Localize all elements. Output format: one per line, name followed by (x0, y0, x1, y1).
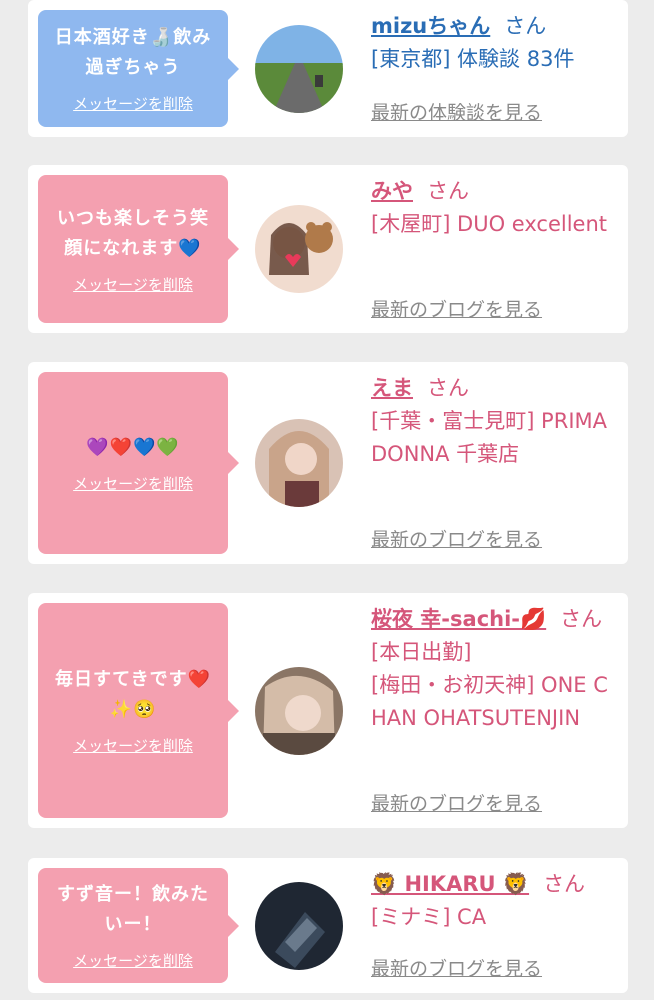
message-bubble: 💜❤️💙💚 メッセージを削除 (38, 372, 239, 554)
member-detail: [梅田・お初天神] ONE CHAN OHATSUTENJIN (371, 673, 608, 730)
honorific: さん (504, 14, 547, 38)
message-text: 💜❤️💙💚 (86, 436, 180, 458)
member-info: 🦁 HIKARU 🦁 さん [ミナミ] CA (371, 868, 616, 934)
road-landscape-photo (255, 25, 343, 113)
latest-link[interactable]: 最新のブログを見る (371, 295, 542, 322)
message-text: いつも楽しそう笑顔になれます💙 (57, 207, 209, 259)
member-name-link[interactable]: 桜夜 幸-sachi-💋 (371, 607, 546, 631)
avatar[interactable] (255, 667, 343, 755)
today-badge: [本日出勤] (371, 640, 472, 664)
message-card: 毎日すてきです❤️✨🥺 メッセージを削除 桜夜 幸-sachi-💋 さん [本日出勤… (28, 593, 628, 828)
message-card: いつも楽しそう笑顔になれます💙 メッセージを削除 みや さん [木屋町] DUO … (28, 165, 628, 333)
profile-photo (255, 882, 343, 970)
delete-message-link[interactable]: メッセージを削除 (73, 473, 193, 494)
delete-message-link[interactable]: メッセージを削除 (73, 274, 193, 295)
member-detail: [木屋町] DUO excellent (371, 212, 608, 236)
message-text: すず音ー！飲みたいー！ (57, 884, 209, 935)
member-detail: [千葉・富士見町] PRIMADONNA 千葉店 (371, 409, 607, 466)
message-card: 日本酒好き🍶飲み過ぎちゃう メッセージを削除 mizuちゃん さん [東京都] 体… (28, 0, 628, 137)
honorific: さん (427, 179, 469, 203)
latest-link[interactable]: 最新のブログを見る (371, 789, 542, 816)
message-bubble: 日本酒好き🍶飲み過ぎちゃう メッセージを削除 (38, 10, 239, 127)
message-card: 💜❤️💙💚 メッセージを削除 えま さん [千葉・富士見町] PRIMADONNA… (28, 362, 628, 564)
avatar[interactable] (255, 419, 343, 507)
message-text: 毎日すてきです❤️✨🥺 (54, 669, 212, 720)
profile-photo (255, 419, 343, 507)
message-text: 日本酒好き🍶飲み過ぎちゃう (54, 27, 212, 78)
honorific: さん (560, 607, 603, 631)
honorific: さん (543, 872, 586, 896)
honorific: さん (427, 376, 469, 400)
member-info: みや さん [木屋町] DUO excellent (371, 175, 616, 241)
message-bubble: すず音ー！飲みたいー！ メッセージを削除 (38, 868, 239, 983)
message-card: すず音ー！飲みたいー！ メッセージを削除 🦁 HIKARU 🦁 さん [ミナミ] … (28, 858, 628, 993)
latest-link[interactable]: 最新のブログを見る (371, 525, 542, 552)
member-name-link[interactable]: みや (371, 179, 413, 203)
message-bubble: いつも楽しそう笑顔になれます💙 メッセージを削除 (38, 175, 239, 323)
member-name-link[interactable]: 🦁 HIKARU 🦁 (371, 872, 529, 896)
avatar[interactable] (255, 25, 343, 113)
member-info: えま さん [千葉・富士見町] PRIMADONNA 千葉店 (371, 372, 616, 471)
profile-photo (255, 205, 343, 293)
delete-message-link[interactable]: メッセージを削除 (73, 735, 193, 756)
profile-photo (255, 667, 343, 755)
avatar[interactable] (255, 882, 343, 970)
member-name-link[interactable]: えま (371, 376, 413, 400)
member-detail: [ミナミ] CA (371, 905, 487, 929)
member-info: mizuちゃん さん [東京都] 体験談 83件 (371, 10, 616, 76)
message-bubble: 毎日すてきです❤️✨🥺 メッセージを削除 (38, 603, 239, 818)
member-info: 桜夜 幸-sachi-💋 さん [本日出勤] [梅田・お初天神] ONE CHAN … (371, 603, 616, 735)
member-detail: [東京都] 体験談 83件 (371, 47, 575, 71)
delete-message-link[interactable]: メッセージを削除 (73, 950, 193, 971)
latest-link[interactable]: 最新のブログを見る (371, 954, 542, 981)
avatar[interactable] (255, 205, 343, 293)
latest-link[interactable]: 最新の体験談を見る (371, 98, 542, 125)
delete-message-link[interactable]: メッセージを削除 (73, 93, 193, 114)
member-name-link[interactable]: mizuちゃん (371, 14, 490, 38)
